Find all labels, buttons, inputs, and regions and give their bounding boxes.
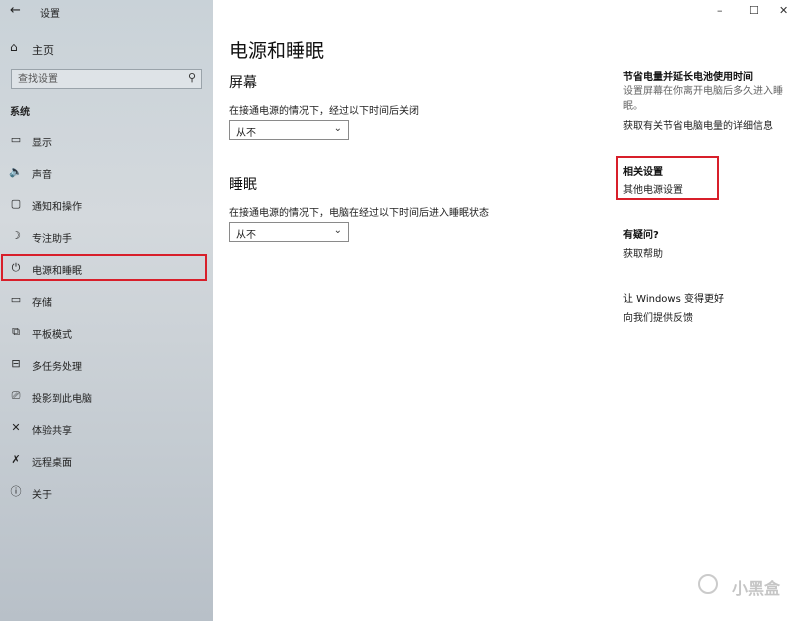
search-icon[interactable]: ⚲: [188, 71, 196, 84]
screen-timeout-dropdown[interactable]: 从不 ⌄: [229, 120, 349, 140]
sidebar-item-label: 主页: [32, 44, 54, 57]
highlight-box: [1, 254, 207, 281]
sidebar-item-notifications[interactable]: ▢ 通知和操作: [0, 191, 213, 217]
moon-icon: ☽: [11, 229, 21, 242]
main-content: – ☐ ✕ 电源和睡眠 屏幕 在接通电源的情况下，经过以下时间后关闭 从不 ⌄ …: [213, 0, 800, 621]
sidebar: ← 设置 ⌂ 主页 ⚲ 系统 ▭ 显示 🔈 声音 ▢ 通知和操作 ☽ 专注助手 …: [0, 0, 213, 621]
sidebar-item-label: 关于: [32, 490, 52, 501]
search-box[interactable]: ⚲: [11, 69, 202, 89]
tablet-icon: ⧉: [12, 325, 20, 338]
share-icon: ✕: [11, 421, 21, 434]
battery-link[interactable]: 获取有关节省电脑电量的详细信息: [623, 117, 773, 132]
sidebar-item-label: 平板模式: [32, 330, 72, 341]
chevron-down-icon: ⌄: [333, 225, 342, 236]
sidebar-item-home[interactable]: ⌂ 主页: [0, 37, 213, 59]
sidebar-item-label: 通知和操作: [32, 202, 82, 213]
multitask-icon: ⊟: [11, 357, 21, 370]
info-icon: ⓘ: [10, 485, 22, 498]
maximize-button[interactable]: ☐: [749, 4, 759, 17]
sidebar-item-label: 多任务处理: [32, 362, 82, 373]
projector-icon: ⎚: [11, 389, 21, 402]
watermark-logo-icon: [698, 574, 718, 594]
speaker-icon: 🔈: [9, 165, 23, 178]
back-arrow-icon[interactable]: ←: [10, 3, 21, 18]
feedback-link[interactable]: 向我们提供反馈: [623, 309, 693, 324]
battery-heading: 节省电量并延长电池使用时间: [623, 72, 753, 83]
page-title: 电源和睡眠: [229, 40, 325, 62]
sidebar-item-label: 专注助手: [32, 234, 72, 245]
watermark: 小黑盒: [731, 579, 780, 598]
remote-desktop-icon: ✗: [11, 453, 21, 466]
sidebar-item-multitasking[interactable]: ⊟ 多任务处理: [0, 351, 213, 377]
highlight-box: [616, 156, 719, 200]
screen-heading: 屏幕: [229, 75, 257, 91]
dropdown-value: 从不: [236, 230, 256, 241]
dropdown-value: 从不: [236, 128, 256, 139]
question-heading: 有疑问?: [623, 230, 659, 241]
sidebar-item-storage[interactable]: ▭ 存储: [0, 287, 213, 313]
sidebar-item-label: 投影到此电脑: [32, 394, 92, 405]
search-input[interactable]: [18, 72, 178, 86]
notification-icon: ▢: [10, 197, 22, 210]
minimize-button[interactable]: –: [717, 4, 723, 17]
sidebar-item-label: 体验共享: [32, 426, 72, 437]
sidebar-item-tablet-mode[interactable]: ⧉ 平板模式: [0, 319, 213, 345]
section-label: 系统: [10, 107, 30, 118]
display-icon: ▭: [10, 133, 22, 146]
sidebar-item-label: 存储: [32, 298, 52, 309]
storage-icon: ▭: [10, 293, 22, 306]
battery-text: 设置屏幕在你离开电脑后多久进入睡眠。: [623, 86, 783, 112]
sidebar-item-display[interactable]: ▭ 显示: [0, 127, 213, 153]
sidebar-item-remote-desktop[interactable]: ✗ 远程桌面: [0, 447, 213, 473]
sidebar-item-shared-experiences[interactable]: ✕ 体验共享: [0, 415, 213, 441]
get-help-link[interactable]: 获取帮助: [623, 245, 663, 260]
sidebar-item-label: 声音: [32, 170, 52, 181]
feedback-heading: 让 Windows 变得更好: [623, 294, 724, 305]
sidebar-item-focus-assist[interactable]: ☽ 专注助手: [0, 223, 213, 249]
app-title: 设置: [40, 9, 60, 20]
sidebar-titlebar: ← 设置: [0, 0, 213, 22]
chevron-down-icon: ⌄: [333, 123, 342, 134]
sidebar-item-projecting[interactable]: ⎚ 投影到此电脑: [0, 383, 213, 409]
home-icon: ⌂: [10, 40, 18, 54]
sleep-heading: 睡眠: [229, 177, 257, 193]
sidebar-item-sound[interactable]: 🔈 声音: [0, 159, 213, 185]
screen-description: 在接通电源的情况下，经过以下时间后关闭: [229, 106, 419, 117]
sleep-description: 在接通电源的情况下，电脑在经过以下时间后进入睡眠状态: [229, 208, 489, 219]
sleep-timeout-dropdown[interactable]: 从不 ⌄: [229, 222, 349, 242]
close-button[interactable]: ✕: [779, 4, 788, 17]
sidebar-item-label: 显示: [32, 138, 52, 149]
sidebar-item-label: 远程桌面: [32, 458, 72, 469]
sidebar-item-about[interactable]: ⓘ 关于: [0, 479, 213, 505]
